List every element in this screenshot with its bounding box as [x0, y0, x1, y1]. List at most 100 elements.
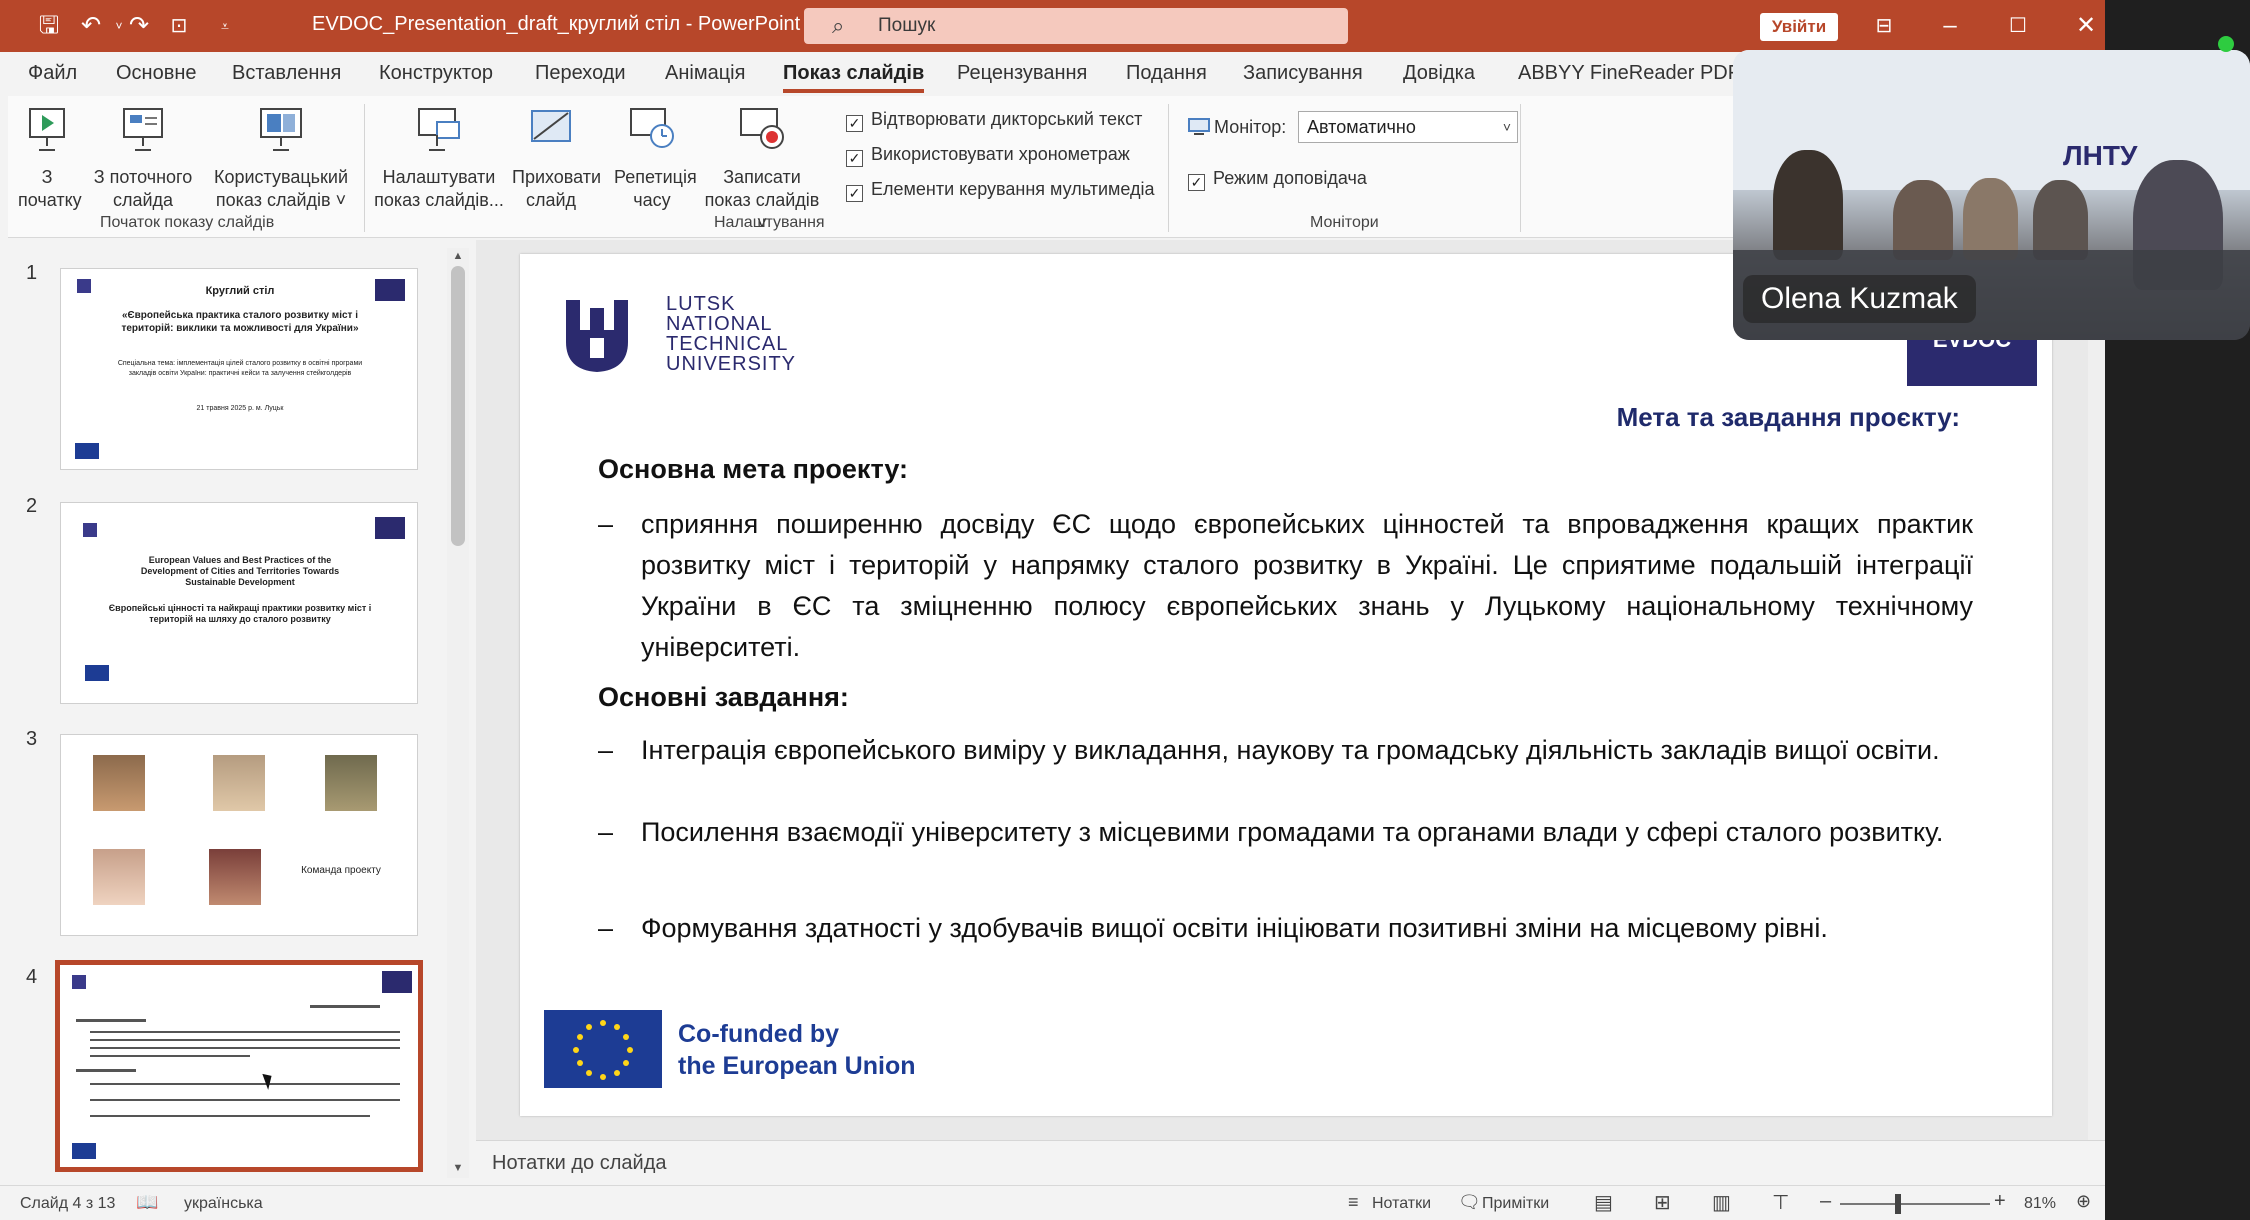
presenter-view-label: Режим доповідача [1213, 168, 1367, 188]
from-beginning-label: З початку [18, 167, 82, 210]
slide-thumbnail-3[interactable]: Команда проекту [60, 734, 418, 936]
sign-in-button[interactable]: Увійти [1760, 13, 1838, 41]
from-beginning-button[interactable]: З початку [18, 106, 82, 212]
slide-thumbnail-1[interactable]: Круглий стіл «Європейська практика стало… [60, 268, 418, 470]
zoom-out-icon[interactable]: – [1820, 1190, 1831, 1213]
play-narrations-checkbox[interactable]: ✓ Відтворювати дикторський текст [846, 109, 1142, 132]
editor-vertical-scrollbar[interactable] [2088, 240, 2105, 1140]
evdoc-badge [375, 279, 405, 301]
maximize-icon[interactable]: ☐ [1998, 10, 2038, 42]
tab-animations[interactable]: Анімація [665, 62, 745, 85]
tab-transitions[interactable]: Переходи [535, 62, 626, 85]
start-slideshow-icon[interactable]: ⊡ [164, 12, 194, 40]
university-name-line: TECHNICAL [666, 333, 789, 355]
goal-item: – сприяння поширенню досвіду ЄС щодо євр… [598, 504, 1973, 668]
comments-button[interactable]: Примітки [1482, 1195, 1549, 1213]
slide-canvas[interactable]: LUTSK NATIONAL TECHNICAL UNIVERSITY EVDO… [520, 254, 2052, 1116]
play-from-current-icon [123, 108, 163, 151]
zoom-level[interactable]: 81% [2024, 1195, 2056, 1213]
eu-line-2: the European Union [678, 1052, 916, 1080]
tab-design[interactable]: Конструктор [379, 62, 493, 85]
group-label-monitors: Монітори [1310, 214, 1379, 231]
status-bar: Слайд 4 з 13 📖 українська ≡ Нотатки 🗨 Пр… [0, 1185, 2105, 1220]
save-icon[interactable]: 🖫 [34, 12, 64, 40]
monitor-label-row: Монітор: [1188, 117, 1286, 138]
scroll-down-icon[interactable]: ▼ [447, 1162, 469, 1174]
slide-thumbnail-2[interactable]: European Values and Best Practices of th… [60, 502, 418, 704]
setup-show-label: Налаштувати показ слайдів... [374, 167, 504, 210]
checkmark-icon: ✓ [846, 150, 863, 167]
scrollbar-thumb[interactable] [451, 266, 465, 546]
play-from-start-icon [29, 108, 65, 151]
participant-person [1963, 178, 2018, 260]
notes-pane[interactable]: Нотатки до слайда [476, 1140, 2105, 1185]
team-photo [323, 753, 379, 813]
reading-view-icon[interactable]: ▥ [1712, 1190, 1731, 1215]
participant-person [2033, 180, 2088, 260]
normal-view-icon[interactable]: ▤ [1594, 1190, 1613, 1215]
tab-insert[interactable]: Вставлення [232, 62, 341, 85]
video-call-tile[interactable]: ЛНТУ Olena Kuzmak [1733, 50, 2250, 340]
tab-abbyy[interactable]: ABBYY FineReader PDF [1518, 62, 1740, 85]
thumb-subtitle: «Європейська практика сталого розвитку м… [121, 310, 359, 334]
lntu-logo-icon [566, 300, 628, 372]
search-box[interactable]: ⌕ Пошук [804, 8, 1348, 44]
redo-icon[interactable]: ↷ [124, 12, 154, 40]
record-icon [740, 108, 784, 149]
customize-toolbar-icon[interactable]: ⩡ [210, 12, 240, 40]
from-current-button[interactable]: З поточного слайда [88, 106, 198, 212]
language-status[interactable]: українська [184, 1195, 263, 1213]
comments-icon[interactable]: 🗨 [1458, 1192, 1481, 1213]
hide-slide-icon [531, 110, 571, 142]
rehearse-timings-button[interactable]: Репетиція часу [614, 106, 697, 212]
thumb-title-uk: Європейські цінності та найкращі практик… [108, 603, 372, 624]
dash-bullet: – [598, 735, 614, 765]
team-photo [91, 847, 147, 907]
undo-icon[interactable]: ↶ [76, 12, 106, 40]
tab-home[interactable]: Основне [116, 62, 197, 85]
slide-number: 4 [26, 966, 38, 988]
monitor-select[interactable]: Автоматично ˅ [1298, 111, 1518, 143]
monitor-select-value: Автоматично [1307, 117, 1416, 137]
thumb-text-line [90, 1055, 250, 1057]
tab-help[interactable]: Довідка [1403, 62, 1475, 85]
custom-show-button[interactable]: Користувацький показ слайдів ˅ [208, 106, 354, 212]
tab-review[interactable]: Рецензування [957, 62, 1087, 85]
tab-recording[interactable]: Записування [1243, 62, 1363, 85]
slide-thumbnail-4-selected[interactable] [55, 960, 423, 1172]
use-timings-checkbox[interactable]: ✓ Використовувати хронометраж [846, 144, 1130, 167]
notes-button[interactable]: Нотатки [1372, 1195, 1431, 1213]
zoom-slider-knob[interactable] [1895, 1194, 1901, 1214]
thumbnails-scrollbar[interactable]: ▲ ▼ [447, 248, 469, 1178]
fit-to-window-icon[interactable]: ⊕ [2076, 1191, 2091, 1212]
hide-slide-button[interactable]: Приховати слайд [512, 106, 601, 212]
media-controls-label: Елементи керування мультимедіа [871, 179, 1155, 199]
zoom-in-icon[interactable]: + [1994, 1190, 2006, 1213]
notes-icon[interactable]: ≡ [1348, 1192, 1359, 1213]
close-icon[interactable]: ✕ [2066, 10, 2105, 42]
setup-show-button[interactable]: Налаштувати показ слайдів... [374, 106, 504, 212]
tab-file[interactable]: Файл [28, 62, 77, 85]
tab-view[interactable]: Подання [1126, 62, 1207, 85]
slide-sorter-icon[interactable]: ⊞ [1654, 1190, 1671, 1215]
presenter-view-checkbox[interactable]: ✓ Режим доповідача [1188, 168, 1367, 191]
team-photo [91, 753, 147, 813]
slide-number: 2 [26, 495, 38, 517]
tab-slideshow[interactable]: Показ слайдів [783, 62, 925, 93]
slide-number: 3 [26, 728, 38, 750]
thumb-text-line [90, 1099, 400, 1101]
ribbon-separator [1168, 104, 1169, 232]
scroll-up-icon[interactable]: ▲ [447, 250, 469, 262]
ribbon-display-icon[interactable]: ⊟ [1864, 10, 1904, 42]
minimize-icon[interactable]: – [1930, 10, 1970, 42]
dash-bullet: – [598, 509, 614, 539]
media-controls-checkbox[interactable]: ✓ Елементи керування мультимедіа [846, 179, 1155, 202]
thumb-text-line [90, 1115, 370, 1117]
participant-name-tag: Olena Kuzmak [1743, 275, 1976, 323]
thumb-text-line [76, 1069, 136, 1072]
monitor-label: Монітор: [1214, 117, 1287, 137]
spell-check-icon[interactable]: 📖 [136, 1192, 158, 1213]
slideshow-view-icon[interactable]: ⊤ [1772, 1190, 1789, 1215]
zoom-slider[interactable] [1840, 1203, 1990, 1205]
thumb-title-en: European Values and Best Practices of th… [140, 555, 340, 587]
